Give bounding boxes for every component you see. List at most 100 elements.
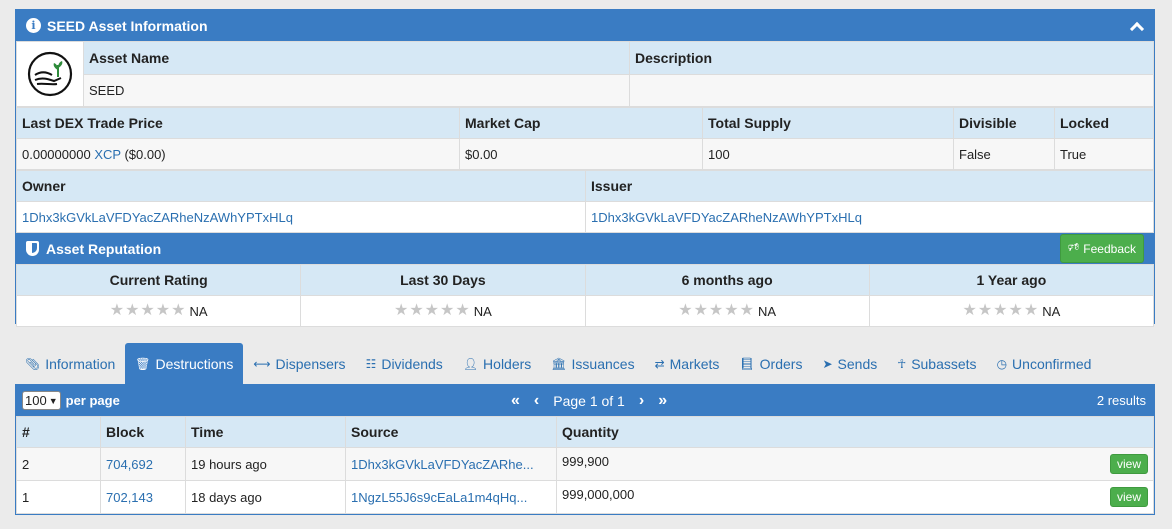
row-quantity: 999,000,000 view: [556, 480, 1154, 514]
tab-label: Subassets: [911, 355, 977, 372]
clock-icon: ◷: [996, 356, 1008, 371]
price-unit-link[interactable]: XCP: [94, 147, 121, 162]
view-button[interactable]: view: [1109, 487, 1148, 507]
tab-issuances[interactable]: 🏛︎ Issuances: [541, 343, 644, 384]
star-icon: ★: [125, 302, 140, 320]
star-rating: ★ ★ ★ ★ ★: [678, 303, 754, 319]
tab-label: Issuances: [571, 355, 635, 372]
total-supply-label: Total Supply: [702, 107, 954, 139]
rep-6months-rating: ★ ★ ★ ★ ★ NA: [584, 295, 870, 327]
child-icon: ☥: [897, 356, 907, 371]
list-toolbar: 100 ▼ per page « ‹ Page 1 of 1 › » 2 resu…: [16, 385, 1154, 416]
col-quantity: Quantity: [556, 416, 1154, 448]
chevron-down-icon: ▼: [48, 395, 58, 406]
rep-col-current: Current Rating: [15, 264, 302, 296]
star-rating: ★ ★ ★ ★ ★: [962, 303, 1038, 319]
view-button[interactable]: view: [1109, 454, 1148, 474]
owner-value: 1Dhx3kGVkLaVFDYacZARheNzAWhYPTxHLq: [16, 201, 586, 233]
tab-subassets[interactable]: ☥ Subassets: [887, 343, 986, 384]
bullhorn-icon: 🕫︎: [1067, 240, 1080, 254]
tab-label: Orders: [759, 355, 803, 372]
page-indicator: Page 1 of 1: [553, 392, 625, 409]
rating-value: NA: [473, 303, 492, 319]
exchange-icon: ⇄: [654, 356, 665, 371]
asset-tabs: 📎︎ Information 🗑︎ Destructions ⟷ Dispensers…: [15, 343, 1155, 384]
row-source: 1Dhx3kGVkLaVFDYacZARhe...: [345, 447, 557, 481]
price-value: 0.00000000 XCP ($0.00): [16, 138, 460, 170]
rep-1year-rating: ★ ★ ★ ★ ★ NA: [868, 295, 1155, 327]
per-page-select[interactable]: 100 ▼: [22, 391, 61, 410]
tab-information[interactable]: 📎︎ Information: [15, 343, 125, 384]
source-link[interactable]: 1NgzL55J6s9cEaLa1m4qHq...: [351, 490, 527, 505]
star-icon: ★: [1023, 302, 1039, 320]
star-icon: ★: [440, 302, 455, 320]
tab-label: Dispensers: [275, 355, 346, 372]
issuer-label: Issuer: [585, 170, 1154, 202]
tab-holders[interactable]: 👤︎ Holders: [453, 343, 541, 384]
tab-orders[interactable]: 📘︎ Orders: [729, 343, 812, 384]
tab-destructions[interactable]: 🗑︎ Destructions: [125, 343, 244, 384]
asset-name-label: Asset Name: [83, 41, 630, 75]
quantity-value: 999,900: [562, 454, 609, 469]
rep-col-30days: Last 30 Days: [300, 264, 586, 296]
chevron-up-icon[interactable]: [1128, 18, 1144, 34]
owner-link[interactable]: 1Dhx3kGVkLaVFDYacZARheNzAWhYPTxHLq: [22, 210, 293, 225]
asset-info-title: SEED Asset Information: [47, 17, 208, 34]
tab-label: Markets: [669, 355, 720, 372]
locked-value: True: [1054, 138, 1154, 170]
row-block: 702,143: [100, 480, 186, 514]
asset-name-value: SEED: [83, 73, 630, 107]
tab-label: Sends: [837, 355, 878, 372]
row-time: 19 hours ago: [185, 447, 346, 481]
feedback-label: Feedback: [1083, 241, 1136, 256]
star-icon: ★: [424, 302, 440, 320]
star-icon: ★: [455, 302, 470, 320]
price-label: Last DEX Trade Price: [16, 107, 460, 139]
paperclip-icon: 📎︎: [25, 356, 41, 371]
rep-30days-rating: ★ ★ ★ ★ ★ NA: [300, 295, 586, 327]
book-icon: 📘︎: [739, 356, 755, 371]
block-link[interactable]: 702,143: [106, 490, 153, 505]
description-label: Description: [629, 41, 1154, 75]
col-source: Source: [345, 416, 557, 448]
tab-markets[interactable]: ⇄ Markets: [645, 343, 730, 384]
owner-issuer-table: Owner Issuer 1Dhx3kGVkLaVFDYacZARheNzAWh…: [16, 170, 1154, 233]
star-icon: ★: [724, 302, 739, 320]
star-icon: ★: [962, 302, 977, 320]
per-page-label: per page: [65, 393, 120, 408]
first-page-icon[interactable]: «: [511, 392, 520, 410]
tab-label: Destructions: [155, 355, 234, 372]
rep-col-1year: 1 Year ago: [868, 264, 1155, 296]
last-page-icon[interactable]: »: [658, 392, 667, 410]
issuer-value: 1Dhx3kGVkLaVFDYacZARheNzAWhYPTxHLq: [585, 201, 1154, 233]
market-cap-label: Market Cap: [459, 107, 703, 139]
tab-dividends[interactable]: ☷ Dividends: [356, 343, 453, 384]
issuer-link[interactable]: 1Dhx3kGVkLaVFDYacZARheNzAWhYPTxHLq: [591, 210, 862, 225]
source-link[interactable]: 1Dhx3kGVkLaVFDYacZARhe...: [351, 457, 534, 472]
arrows-h-icon: ⟷: [253, 356, 271, 371]
destructions-panel: 100 ▼ per page « ‹ Page 1 of 1 › » 2 resu…: [15, 384, 1155, 515]
rep-current-rating: ★ ★ ★ ★ ★ NA: [15, 295, 302, 327]
feedback-button[interactable]: 🕫︎ Feedback: [1059, 234, 1144, 263]
tab-sends[interactable]: ➤ Sends: [812, 343, 887, 384]
results-count: 2 results: [1096, 393, 1146, 408]
star-icon: ★: [109, 302, 125, 320]
asset-stats-table: Last DEX Trade Price Market Cap Total Su…: [16, 107, 1154, 170]
price-usd: ($0.00): [124, 146, 166, 162]
block-link[interactable]: 704,692: [106, 457, 153, 472]
row-time: 18 days ago: [185, 480, 346, 514]
tab-label: Dividends: [381, 355, 443, 372]
table-row: 2 704,692 19 hours ago 1Dhx3kGVkLaVFDYac…: [16, 447, 1154, 481]
prev-page-icon[interactable]: ‹: [534, 392, 539, 410]
tab-dispensers[interactable]: ⟷ Dispensers: [243, 343, 355, 384]
star-icon: ★: [140, 302, 155, 320]
bank-icon: 🏛︎: [551, 356, 567, 371]
star-rating[interactable]: ★ ★ ★ ★ ★: [110, 303, 186, 319]
user-icon: 👤︎: [462, 356, 479, 371]
row-num: 1: [16, 480, 101, 514]
col-num: #: [16, 416, 101, 448]
star-icon: ★: [708, 302, 724, 320]
next-page-icon[interactable]: ›: [639, 392, 644, 410]
total-supply-value: 100: [702, 138, 954, 170]
tab-unconfirmed[interactable]: ◷ Unconfirmed: [987, 343, 1102, 384]
